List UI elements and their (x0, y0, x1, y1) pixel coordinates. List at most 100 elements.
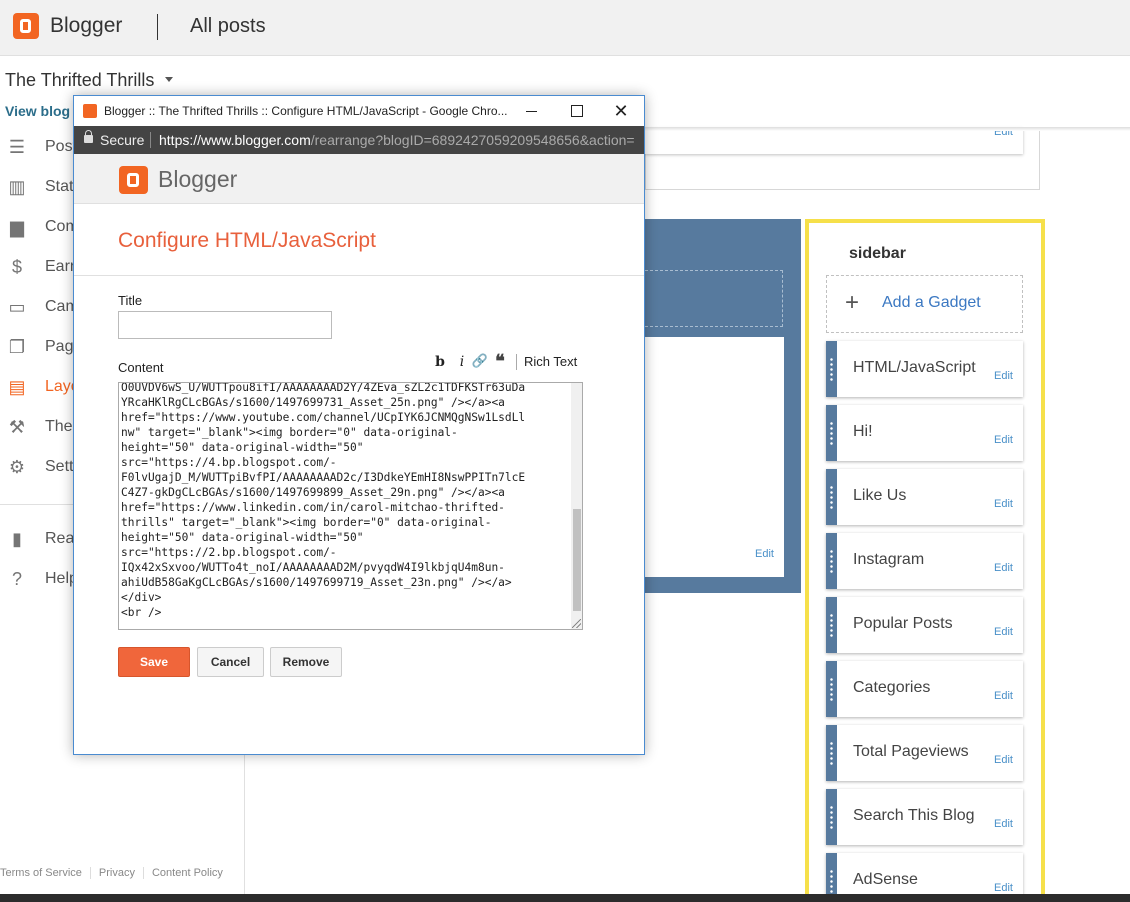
content-label: Content (118, 360, 164, 375)
layout-icon: ▤ (8, 377, 26, 397)
url-divider (150, 132, 151, 148)
gadget-label: HTML/JavaScript (853, 359, 976, 376)
taskbar (0, 894, 1130, 902)
code-line: C4Z7-gkDgCLcBGAs/s1600/1497699899_Asset_… (121, 486, 505, 499)
sidebar-title: sidebar (849, 245, 906, 262)
resize-handle[interactable] (572, 619, 581, 628)
brand-name[interactable]: Blogger (50, 14, 122, 38)
bookmark-icon: ▮ (12, 529, 22, 549)
caret-down-icon[interactable] (165, 77, 173, 82)
drag-handle-icon[interactable] (826, 661, 837, 717)
drag-handle-icon[interactable] (826, 789, 837, 845)
code-line: O0UVDV6wS_U/WUTTpou8ifI/AAAAAAAAD2Y/4ZEv… (121, 382, 526, 394)
gadget-label: Total Pageviews (853, 743, 969, 760)
section-title: All posts (190, 15, 266, 37)
view-blog-link[interactable]: View blog (5, 103, 70, 119)
gadget-item[interactable]: Like Us Edit (826, 469, 1023, 525)
help-icon: ? (11, 569, 22, 589)
drag-handle-icon[interactable] (826, 405, 837, 461)
blog-posts-gadget (645, 337, 784, 577)
blogger-favicon-icon (83, 104, 97, 118)
edit-link[interactable]: Edit (994, 562, 1013, 574)
header-gadget (645, 128, 1023, 154)
gadget-item[interactable]: Total Pageviews Edit (826, 725, 1023, 781)
window-titlebar: Blogger :: The Thrifted Thrills :: Confi… (74, 96, 644, 126)
code-line: thrills" target="_blank"><img border="0"… (121, 516, 492, 529)
code-line: height="50" data-original-width="50" (121, 531, 364, 544)
url-text[interactable]: https://www.blogger.com/rearrange?blogID… (159, 132, 641, 148)
toolbar-divider (516, 354, 517, 370)
gadget-label: AdSense (853, 871, 918, 888)
edit-link[interactable]: Edit (994, 498, 1013, 510)
window-title: Blogger :: The Thrifted Thrills :: Confi… (104, 104, 508, 118)
cancel-button[interactable]: Cancel (197, 647, 264, 677)
code-line: ahiUdB58GaKgCLcBGAs/s1600/1497699719_Ass… (121, 576, 512, 589)
gadget-label: Categories (853, 679, 931, 696)
blogger-logo-icon[interactable] (13, 13, 39, 39)
header-shadow (645, 127, 1130, 131)
ad-icon: ▭ (8, 297, 26, 317)
rich-text-toggle[interactable]: Rich Text (524, 354, 577, 369)
maximize-icon[interactable] (561, 100, 591, 122)
scrollbar[interactable] (571, 383, 582, 629)
terms-link[interactable]: Terms of Service (0, 867, 82, 879)
dollar-icon: $ (11, 257, 22, 277)
plus-icon[interactable]: + (845, 291, 859, 315)
top-bar: Blogger All posts (0, 0, 1130, 56)
gadget-label: Hi! (853, 423, 873, 440)
privacy-link[interactable]: Privacy (99, 867, 135, 879)
bold-icon[interactable]: b (431, 353, 449, 371)
secure-label: Secure (100, 132, 145, 148)
code-line: F0lvUgajD_M/WUTTpiBvfPI/AAAAAAAAD2c/I3Dd… (121, 471, 526, 484)
gadget-item[interactable]: Hi! Edit (826, 405, 1023, 461)
edit-link[interactable]: Edit (755, 548, 774, 560)
title-field[interactable] (118, 311, 332, 339)
code-line: href="https://www.youtube.com/channel/UC… (121, 411, 526, 424)
code-line: href="https://www.linkedin.com/in/carol-… (121, 501, 505, 514)
drag-handle-icon[interactable] (826, 533, 837, 589)
quote-icon[interactable]: ❝ (491, 353, 509, 371)
save-button[interactable]: Save (118, 647, 190, 677)
code-line: src="https://2.bp.blogspot.com/- (121, 546, 337, 559)
edit-link[interactable]: Edit (994, 434, 1013, 446)
edit-link[interactable]: Edit (994, 690, 1013, 702)
blogger-logo-icon (119, 166, 148, 194)
drag-handle-icon[interactable] (826, 469, 837, 525)
gadget-item[interactable]: Instagram Edit (826, 533, 1023, 589)
edit-link[interactable]: Edit (994, 818, 1013, 830)
add-gadget-slot[interactable] (645, 270, 783, 327)
page-title: Configure HTML/JavaScript (118, 229, 376, 252)
popup-brand: Blogger (158, 166, 238, 192)
blog-selector[interactable]: The Thrifted Thrills (5, 70, 154, 91)
content-textarea[interactable]: O0UVDV6wS_U/WUTTpou8ifI/AAAAAAAAD2Y/4ZEv… (118, 382, 583, 630)
link-icon[interactable]: 🔗 (471, 353, 489, 371)
gadget-item[interactable]: Search This Blog Edit (826, 789, 1023, 845)
edit-link[interactable]: Edit (994, 754, 1013, 766)
edit-link[interactable]: Edit (994, 370, 1013, 382)
scroll-thumb[interactable] (573, 509, 581, 611)
posts-icon: ☰ (8, 137, 26, 157)
gadget-item[interactable]: Popular Posts Edit (826, 597, 1023, 653)
content-policy-link[interactable]: Content Policy (152, 867, 223, 879)
address-bar[interactable]: Secure https://www.blogger.com/rearrange… (74, 126, 644, 154)
add-gadget-label[interactable]: Add a Gadget (882, 294, 981, 312)
drag-handle-icon[interactable] (826, 597, 837, 653)
code-line: nw" target="_blank"><img border="0" data… (121, 426, 458, 439)
code-line: height="50" data-original-width="50" (121, 441, 364, 454)
minimize-icon[interactable] (517, 100, 547, 122)
comments-icon: ▆ (10, 217, 24, 237)
drag-handle-icon[interactable] (826, 725, 837, 781)
edit-link[interactable]: Edit (994, 626, 1013, 638)
gadget-item[interactable]: Categories Edit (826, 661, 1023, 717)
pages-icon: ❐ (8, 337, 26, 357)
code-line: YRcaHKlRgCLcBGAs/s1600/1497699731_Asset_… (121, 396, 505, 409)
gadget-label: Search This Blog (853, 807, 975, 824)
close-icon[interactable]: ✕ (606, 100, 636, 122)
gadget-item[interactable]: HTML/JavaScript Edit (826, 341, 1023, 397)
drag-handle-icon[interactable] (826, 341, 837, 397)
edit-link[interactable]: Edit (994, 882, 1013, 894)
italic-icon[interactable]: i (453, 353, 471, 371)
content-code[interactable]: O0UVDV6wS_U/WUTTpou8ifI/AAAAAAAAD2Y/4ZEv… (121, 382, 571, 620)
remove-button[interactable]: Remove (270, 647, 342, 677)
stats-icon: ▥ (8, 177, 26, 197)
